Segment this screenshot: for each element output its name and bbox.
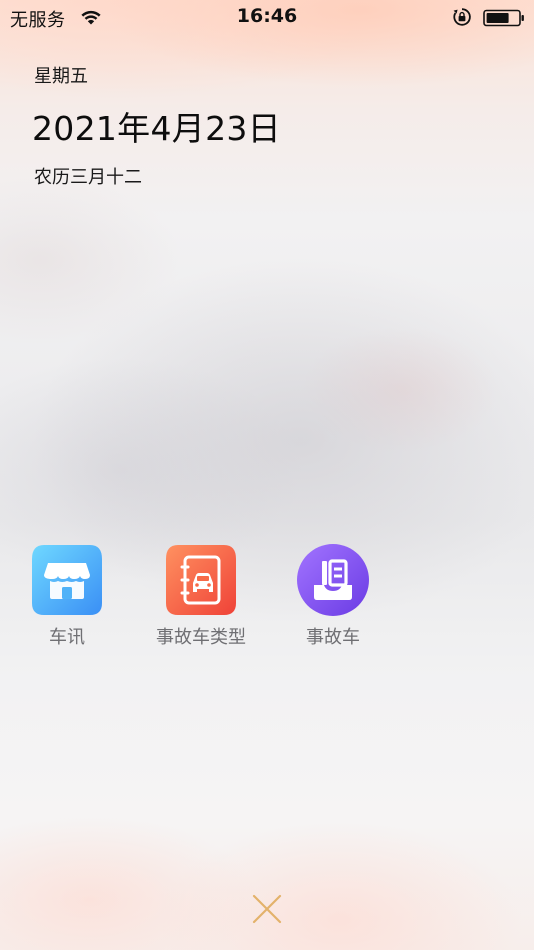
app-label: 事故车	[306, 627, 360, 648]
app-label: 事故车类型	[156, 627, 246, 648]
app-item-accident-car-type[interactable]: 事故车类型	[131, 543, 271, 649]
app-label: 车讯	[49, 627, 85, 648]
car-notebook-icon	[166, 545, 236, 615]
storefront-icon	[32, 545, 102, 615]
rotation-lock-icon	[453, 8, 471, 26]
app-item-chexun[interactable]: 车讯	[0, 543, 137, 649]
inbox-document-icon	[297, 544, 369, 616]
date-label: 2021年4月23日	[32, 109, 281, 148]
close-icon[interactable]	[249, 891, 285, 927]
battery-icon	[483, 9, 524, 27]
weekday-label: 星期五	[34, 66, 88, 87]
app-item-accident-car[interactable]: 事故车	[263, 543, 403, 649]
springboard-screen: 无服务 16:46 星期五 2021年4月23日 农历三月十二 车讯 事故车类型…	[0, 0, 534, 950]
lunar-date-label: 农历三月十二	[34, 167, 142, 188]
status-bar: 无服务 16:46	[0, 0, 534, 36]
